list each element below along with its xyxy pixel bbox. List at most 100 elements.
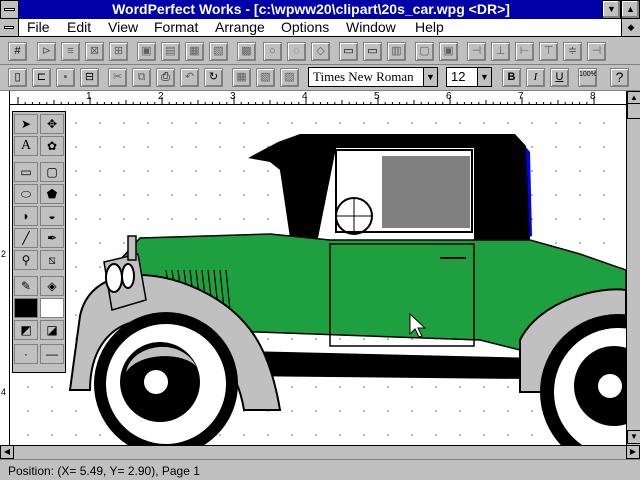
rotate-icon[interactable]: ○ [263, 42, 282, 61]
smooth-icon[interactable]: ◇ [311, 42, 330, 61]
scroll-right-arrow-icon[interactable]: ▶ [626, 445, 640, 459]
cut-icon[interactable]: ✂ [108, 68, 127, 87]
zoom-tool-icon[interactable]: ⚲ [14, 250, 38, 270]
move-icon[interactable]: ✥ [40, 114, 64, 134]
save-icon[interactable]: ▪ [56, 68, 75, 87]
underline-button[interactable]: U [550, 68, 569, 87]
insert-image-icon[interactable]: ▨ [280, 68, 299, 87]
ruler-label-5: 5 [374, 91, 380, 102]
align-left-icon[interactable]: ⊳ [37, 42, 56, 61]
line-width-thin-icon[interactable]: · [14, 344, 38, 364]
forward-icon[interactable]: ▦ [185, 42, 204, 61]
spacing-icon[interactable]: ≑ [563, 42, 582, 61]
pen-tool-icon[interactable]: ✒ [40, 228, 64, 248]
align-center-icon[interactable]: ≡ [61, 42, 80, 61]
menu-window[interactable]: Window [346, 19, 396, 36]
ruler-label-8: 8 [590, 91, 596, 102]
system-menu-button[interactable] [0, 0, 19, 19]
vruler-label-4: 4 [1, 387, 7, 397]
send-back-icon[interactable]: ▤ [161, 42, 180, 61]
ellipse-tool-icon[interactable]: ⬭ [14, 184, 38, 204]
insert-chart-icon[interactable]: ▧ [256, 68, 275, 87]
pattern-icon[interactable]: ▥ [387, 42, 406, 61]
polygon-tool-icon[interactable]: ⬟ [40, 184, 64, 204]
maximize-button[interactable]: ▲ [621, 0, 640, 19]
backward-icon[interactable]: ▧ [209, 42, 228, 61]
scroll-thumb[interactable] [627, 103, 640, 119]
grid-icon[interactable]: # [8, 42, 27, 61]
left-justify-icon[interactable]: ⊣ [467, 42, 486, 61]
font-size-select[interactable]: 12 ▼ [446, 67, 492, 87]
crop-tool-icon[interactable]: ⧅ [40, 250, 64, 270]
flip-icon[interactable]: ◌ [287, 42, 306, 61]
new-file-icon[interactable]: ▯ [8, 68, 27, 87]
fill-color-swatch[interactable] [40, 298, 64, 318]
line-pattern-icon[interactable]: ◩ [14, 320, 38, 340]
align-top-icon[interactable]: ⊠ [85, 42, 104, 61]
select-arrow-icon[interactable]: ➤ [14, 114, 38, 134]
distribute-icon[interactable]: ⊤ [539, 42, 558, 61]
italic-button[interactable]: I [526, 68, 545, 87]
frame-icon[interactable]: ▢ [415, 42, 434, 61]
scroll-left-arrow-icon[interactable]: ◀ [0, 445, 14, 459]
bold-button[interactable]: B [502, 68, 521, 87]
fill-style-icon[interactable]: ▭ [363, 42, 382, 61]
line-tool-icon[interactable]: ╱ [14, 228, 38, 248]
chevron-down-icon[interactable]: ▼ [423, 68, 437, 86]
line-width-thick-icon[interactable]: — [40, 344, 64, 364]
help-icon[interactable]: ? [610, 68, 629, 87]
color-palette-icon[interactable]: ✿ [40, 136, 64, 156]
line-style-icon[interactable]: ▭ [339, 42, 358, 61]
horizontal-scrollbar[interactable]: ◀ ▶ [0, 445, 640, 459]
group-icon[interactable]: ▩ [237, 42, 256, 61]
radiator-cap [127, 235, 137, 261]
font-name-value: Times New Roman [313, 69, 414, 84]
open-file-icon[interactable]: ⊏ [32, 68, 51, 87]
print-icon[interactable]: ⊟ [80, 68, 99, 87]
ruler-label-1: 1 [86, 91, 92, 102]
ruler-label-2: 2 [158, 91, 164, 102]
document-system-menu-button[interactable] [0, 19, 19, 36]
menu-arrange[interactable]: Arrange [215, 19, 265, 36]
insert-table-icon[interactable]: ▦ [232, 68, 251, 87]
fill-pattern-icon[interactable]: ◪ [40, 320, 64, 340]
chevron-down-icon[interactable]: ▼ [477, 68, 491, 86]
ruler-label-3: 3 [230, 91, 236, 102]
menu-format[interactable]: Format [154, 19, 198, 36]
vertical-scrollbar[interactable]: ▲ ▼ [626, 91, 640, 445]
font-name-select[interactable]: Times New Roman ▼ [308, 67, 438, 87]
undo-icon[interactable]: ↶ [180, 68, 199, 87]
car-clipart[interactable] [10, 105, 626, 445]
align-middle-icon[interactable]: ⊞ [109, 42, 128, 61]
pencil-icon[interactable]: ✎ [14, 276, 38, 296]
scroll-down-arrow-icon[interactable]: ▼ [627, 430, 640, 444]
bring-front-icon[interactable]: ▣ [137, 42, 156, 61]
zoom-button[interactable]: 100% [578, 68, 597, 87]
paint-bucket-icon[interactable]: ◈ [40, 276, 64, 296]
line-color-swatch[interactable] [14, 298, 38, 318]
extra-tool-icon[interactable]: ⊣ [587, 42, 606, 61]
paste-icon[interactable]: ⎙ [156, 68, 175, 87]
menu-edit[interactable]: Edit [67, 19, 91, 36]
menu-view[interactable]: View [108, 19, 138, 36]
redo-icon[interactable]: ↻ [204, 68, 223, 87]
document-restore-button[interactable]: ◆ [621, 19, 640, 36]
right-justify-icon[interactable]: ⊢ [515, 42, 534, 61]
font-size-value: 12 [451, 69, 466, 84]
menu-help[interactable]: Help [415, 19, 444, 36]
ruler-label-7: 7 [518, 91, 524, 102]
rectangle-tool-icon[interactable]: ▭ [14, 162, 38, 182]
text-tool[interactable]: A [14, 136, 38, 156]
title-bar[interactable]: WordPerfect Works - [c:\wpww20\clipart\2… [0, 0, 640, 19]
copy-icon[interactable]: ⧉ [132, 68, 151, 87]
menu-file[interactable]: File [27, 19, 50, 36]
minimize-button[interactable]: ▼ [602, 0, 621, 19]
arc-tool-icon[interactable]: ◗ [14, 206, 38, 226]
scale-icon[interactable]: ▣ [439, 42, 458, 61]
freeform-shape-icon[interactable]: ◒ [40, 206, 64, 226]
center-justify-icon[interactable]: ⊥ [491, 42, 510, 61]
drawing-canvas[interactable] [10, 105, 626, 445]
drawing-toolbar: # ⊳ ≡ ⊠ ⊞ ▣ ▤ ▦ ▧ ▩ ○ ◌ ◇ ▭ ▭ ▥ ▢ ▣ ⊣ ⊥ … [0, 38, 640, 65]
rounded-rect-tool-icon[interactable]: ▢ [40, 162, 64, 182]
menu-options[interactable]: Options [281, 19, 329, 36]
